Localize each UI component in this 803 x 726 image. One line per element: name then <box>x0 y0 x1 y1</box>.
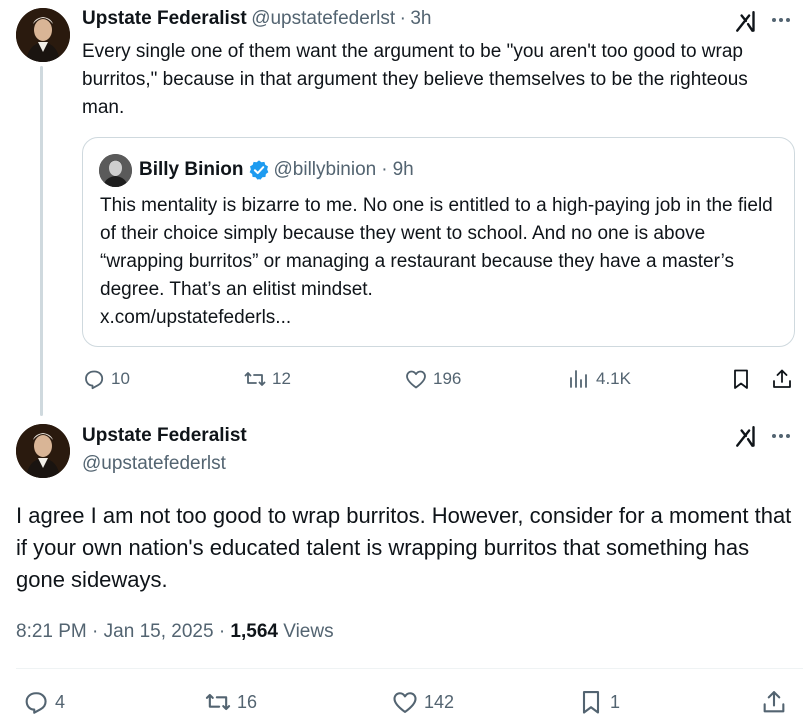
more-icon[interactable] <box>769 424 793 448</box>
avatar[interactable] <box>16 424 70 478</box>
thread-connector-line <box>40 66 43 416</box>
like-button[interactable]: 142 <box>391 688 454 716</box>
separator: · <box>218 621 226 642</box>
repost-icon <box>205 693 231 711</box>
grok-icon[interactable] <box>734 9 760 35</box>
analytics-icon <box>570 370 587 388</box>
tweet-text: Every single one of them want the argume… <box>82 41 748 118</box>
quoted-link[interactable]: x.com/upstatefederls... <box>100 307 291 328</box>
reply-icon <box>25 692 47 714</box>
share-button[interactable] <box>770 367 794 391</box>
reply-count: 4 <box>55 691 66 712</box>
views-label: Views <box>283 621 334 642</box>
repost-count: 16 <box>237 691 258 712</box>
author-name[interactable]: Upstate Federalist <box>82 8 247 29</box>
views-count: 1,564 <box>230 621 278 642</box>
bookmark-button[interactable] <box>729 367 753 391</box>
share-icon <box>763 691 785 713</box>
tweet-time[interactable]: 8:21 PM <box>16 621 87 642</box>
verified-badge-icon <box>249 160 268 180</box>
quoted-body: This mentality is bizarre to me. No one … <box>100 195 773 300</box>
repost-button[interactable]: 12 <box>243 367 291 391</box>
separator: · <box>399 8 406 29</box>
reply-button[interactable]: 10 <box>82 367 130 391</box>
reply-icon <box>85 370 104 390</box>
repost-count: 12 <box>272 369 291 388</box>
quoted-avatar <box>99 154 132 187</box>
like-button[interactable]: 196 <box>404 367 461 391</box>
bookmark-button[interactable]: 1 <box>577 688 620 716</box>
reply-button[interactable]: 4 <box>22 688 65 716</box>
bookmark-icon <box>582 691 600 714</box>
avatar-portrait <box>16 8 70 62</box>
avatar-portrait <box>16 424 70 478</box>
share-button[interactable] <box>760 688 788 716</box>
reply-count: 10 <box>111 369 130 388</box>
separator: · <box>92 621 99 642</box>
quoted-text: This mentality is bizarre to me. No one … <box>100 192 790 332</box>
heart-icon <box>406 370 426 389</box>
quoted-author-handle: @billybinion <box>273 159 377 180</box>
share-icon <box>773 369 791 388</box>
divider <box>16 668 803 669</box>
tweet1-header: Upstate Federalist @upstatefederlst · 3h <box>82 8 431 30</box>
grok-icon[interactable] <box>734 424 760 450</box>
timestamp[interactable]: 3h <box>410 8 431 29</box>
bookmark-count: 1 <box>610 691 621 712</box>
like-count: 196 <box>433 369 462 388</box>
views-button[interactable]: 4.1K <box>567 367 631 391</box>
quoted-tweet-card[interactable]: Billy Binion @billybinion · 9h This ment… <box>82 137 795 347</box>
quoted-author-name: Billy Binion <box>139 159 244 180</box>
tweet-date[interactable]: Jan 15, 2025 <box>104 621 214 642</box>
quoted-timestamp: 9h <box>392 159 414 180</box>
more-icon[interactable] <box>769 8 793 32</box>
bookmark-icon <box>734 369 748 389</box>
repost-button[interactable]: 16 <box>204 688 257 716</box>
separator: · <box>381 159 388 180</box>
quoted-header: Billy Binion @billybinion · 9h <box>139 159 414 181</box>
author-name[interactable]: Upstate Federalist <box>82 425 247 447</box>
author-handle[interactable]: @upstatefederlst <box>82 453 226 475</box>
author-handle[interactable]: @upstatefederlst <box>251 8 395 29</box>
like-count: 142 <box>424 691 455 712</box>
views-count: 4.1K <box>596 369 631 388</box>
repost-icon <box>244 372 266 386</box>
tweet-text: I agree I am not too good to wrap burrit… <box>16 503 792 592</box>
tweet-meta: 8:21 PM · Jan 15, 2025 · 1,564 Views <box>16 621 334 643</box>
avatar[interactable] <box>16 8 70 62</box>
heart-icon <box>393 692 417 713</box>
